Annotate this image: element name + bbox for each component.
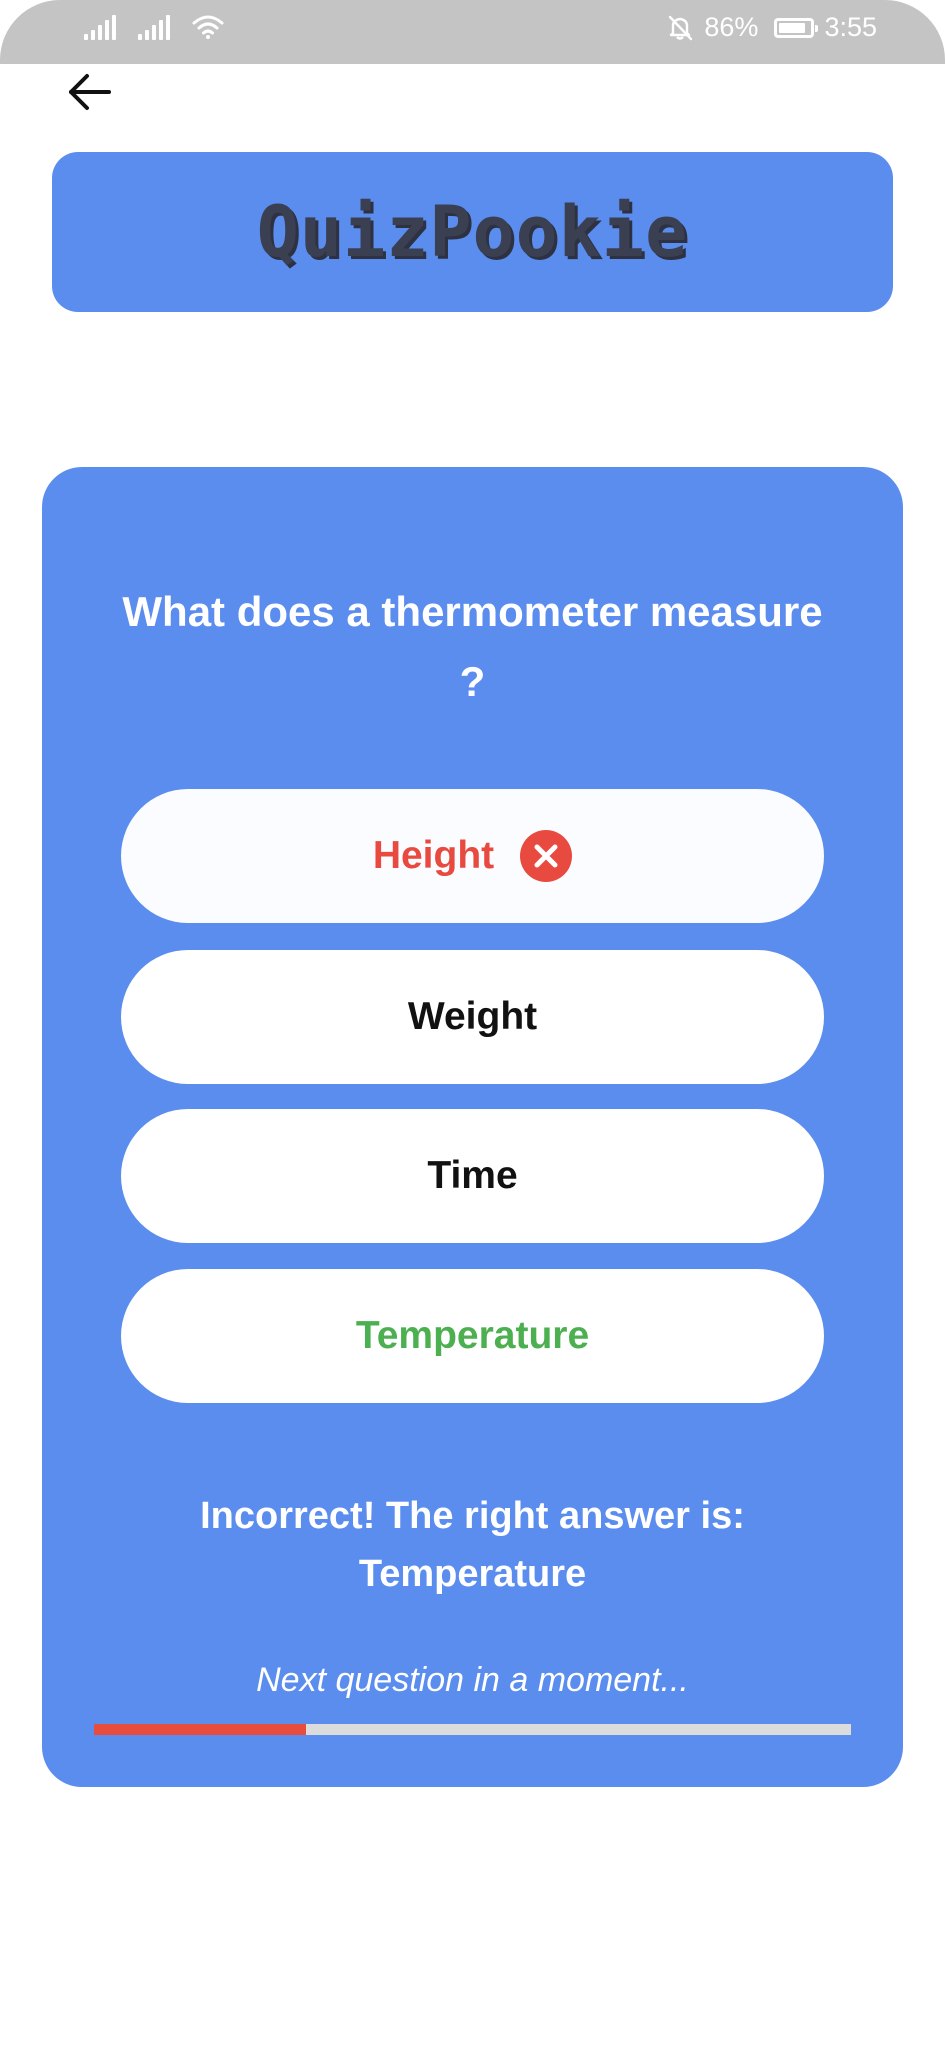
status-bar-right: 86% 3:55 [666, 12, 877, 43]
back-button[interactable] [62, 64, 118, 120]
answer-option-height[interactable]: Height [121, 789, 824, 923]
arrow-left-icon [69, 74, 111, 110]
status-bar-left [84, 14, 224, 40]
clock: 3:55 [824, 12, 877, 42]
countdown-progress-bar [94, 1724, 851, 1735]
answer-label: Weight [407, 995, 538, 1038]
quiz-card: What does a thermometer measure ? Height… [42, 467, 903, 1787]
answer-label: Time [427, 1154, 518, 1197]
bell-off-icon [669, 15, 693, 40]
status-bar: 86% 3:55 [0, 0, 945, 64]
feedback-line: Incorrect! The right answer is: [200, 1495, 745, 1537]
answer-label: Height [372, 834, 495, 877]
answer-option-weight[interactable]: Weight [121, 950, 824, 1084]
battery-level [779, 22, 805, 33]
signal-2-icon [138, 14, 170, 40]
question-text: What does a thermometer measure ? [122, 588, 823, 705]
app-title: QuizPookie [256, 191, 689, 273]
correct-answer-text: Temperature [358, 1553, 587, 1595]
answer-option-time[interactable]: Time [121, 1109, 824, 1243]
wrong-icon [520, 830, 573, 882]
feedback-message: Incorrect! The right answer is: Temperat… [102, 1487, 843, 1603]
app-title-banner: QuizPookie [52, 152, 893, 312]
next-question-message: Next question in a moment... [256, 1661, 689, 1699]
battery-percent: 86% [704, 12, 759, 42]
signal-1-icon [84, 14, 116, 40]
answer-label: Temperature [355, 1314, 590, 1357]
answer-option-temperature[interactable]: Temperature [121, 1269, 824, 1403]
countdown-progress-fill [94, 1724, 306, 1735]
quiz-screen: 86% 3:55 QuizPookie What does a thermome… [0, 0, 945, 2048]
battery-icon [774, 17, 819, 38]
wifi-icon [192, 15, 224, 39]
